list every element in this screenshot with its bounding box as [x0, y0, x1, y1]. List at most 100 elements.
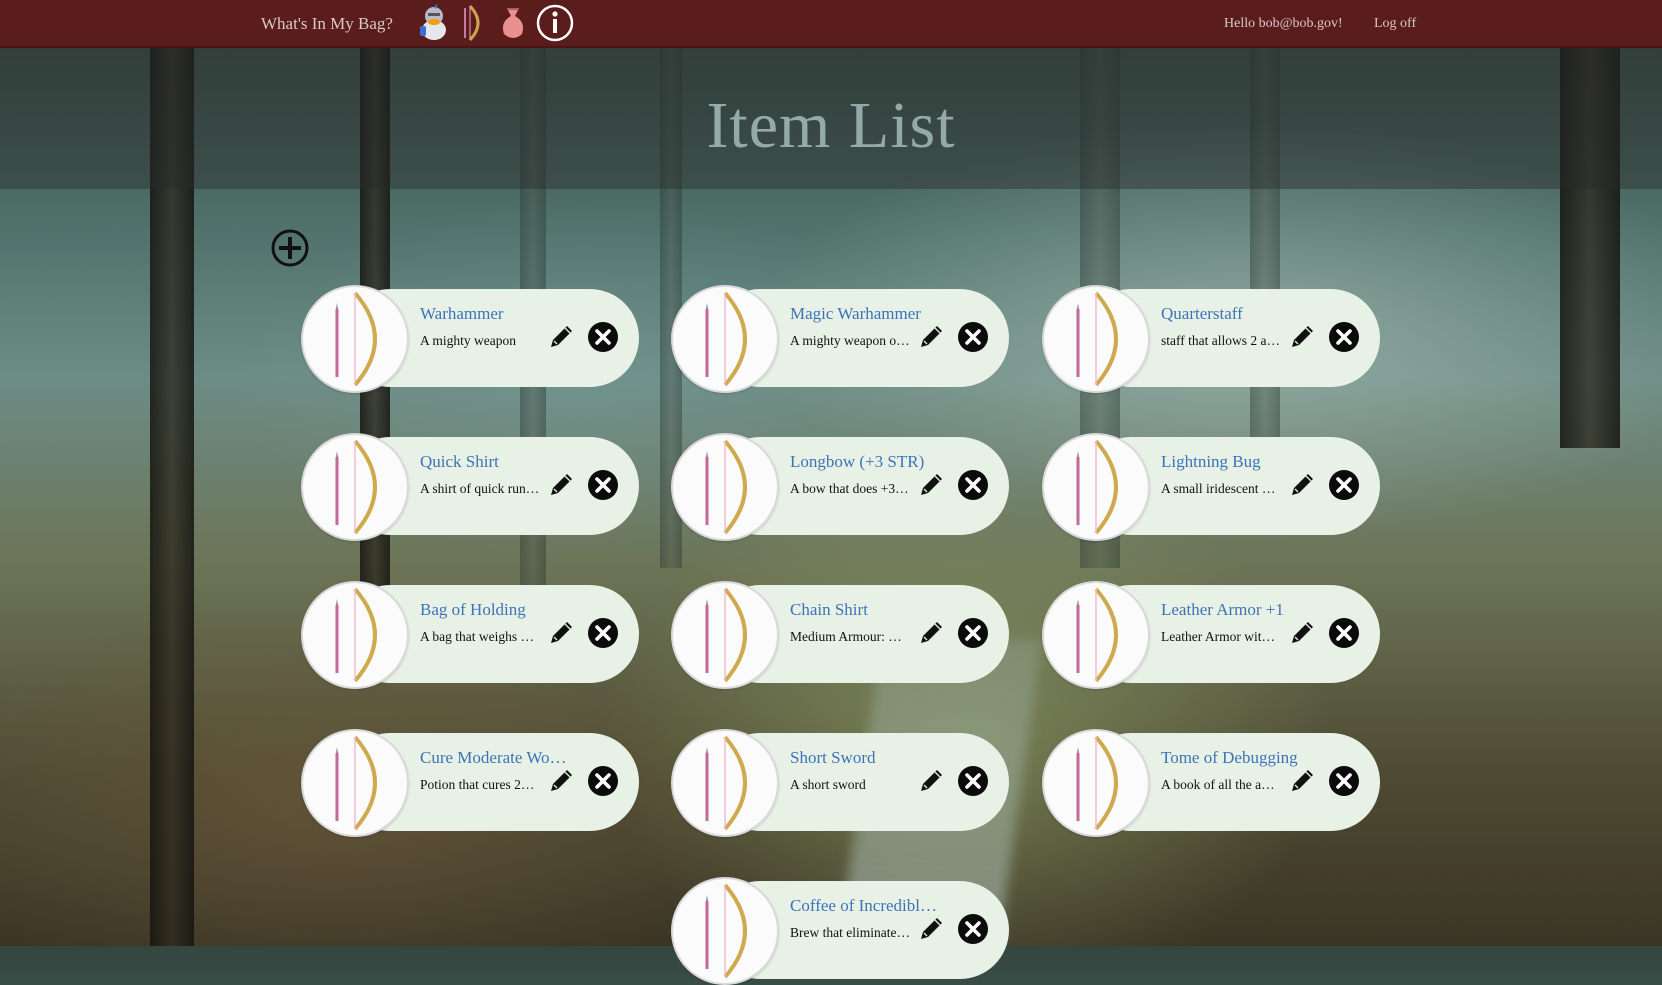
item-description: A bag that weighs …: [420, 629, 534, 644]
close-circle-icon: [1329, 470, 1359, 500]
item-description: A mighty weapon: [420, 333, 516, 348]
edit-item-button[interactable]: [917, 617, 947, 647]
edit-item-button[interactable]: [547, 617, 577, 647]
item-card[interactable]: Magic Warhammer A mighty weapon o…: [671, 285, 1009, 393]
logoff-link[interactable]: Log off: [1374, 16, 1416, 32]
edit-item-button[interactable]: [547, 469, 577, 499]
close-circle-icon: [958, 766, 988, 796]
edit-item-button[interactable]: [917, 469, 947, 499]
loot-bag-icon[interactable]: [498, 4, 528, 42]
hero-banner: Item List: [0, 48, 1662, 189]
bow-arrow-icon: [335, 291, 377, 387]
bow-arrow-icon: [705, 439, 747, 535]
delete-item-button[interactable]: [587, 765, 619, 797]
add-item-button[interactable]: [270, 228, 310, 268]
item-card[interactable]: Short Sword A short sword: [671, 729, 1009, 837]
delete-item-button[interactable]: [957, 321, 989, 353]
bow-arrow-icon[interactable]: [460, 4, 486, 42]
delete-item-button[interactable]: [957, 913, 989, 945]
pencil-icon: [551, 622, 572, 643]
item-image: [1042, 285, 1150, 393]
pencil-icon: [921, 770, 942, 791]
delete-item-button[interactable]: [957, 765, 989, 797]
item-image: [671, 729, 779, 837]
edit-item-button[interactable]: [917, 765, 947, 795]
pencil-icon: [1292, 770, 1313, 791]
close-circle-icon: [958, 470, 988, 500]
pencil-icon: [1292, 622, 1313, 643]
edit-item-button[interactable]: [917, 321, 947, 351]
close-circle-icon: [588, 322, 618, 352]
brand-link[interactable]: What's In My Bag?: [261, 14, 393, 34]
item-card[interactable]: Bag of Holding A bag that weighs …: [301, 581, 639, 689]
page-title: Item List: [706, 89, 956, 162]
item-image: [1042, 581, 1150, 689]
item-card[interactable]: Longbow (+3 STR) A bow that does +3…: [671, 433, 1009, 541]
pencil-icon: [1292, 326, 1313, 347]
item-card[interactable]: Quick Shirt A shirt of quick run…: [301, 433, 639, 541]
top-navbar: What's In My Bag? Hello bob@bob.gov! Log…: [0, 0, 1662, 48]
delete-item-button[interactable]: [587, 617, 619, 649]
plus-circle-icon: [271, 229, 309, 267]
item-card[interactable]: Tome of Debugging A book of all the a…: [1042, 729, 1380, 837]
user-greeting[interactable]: Hello bob@bob.gov!: [1224, 16, 1343, 32]
bow-arrow-icon: [335, 735, 377, 831]
edit-item-button[interactable]: [1288, 469, 1318, 499]
pencil-icon: [551, 326, 572, 347]
bow-arrow-icon: [705, 587, 747, 683]
item-image: [301, 729, 409, 837]
close-circle-icon: [1329, 618, 1359, 648]
bow-arrow-icon: [1076, 735, 1118, 831]
pencil-icon: [921, 326, 942, 347]
delete-item-button[interactable]: [587, 469, 619, 501]
delete-item-button[interactable]: [1328, 321, 1360, 353]
bow-arrow-icon: [705, 291, 747, 387]
item-description: A bow that does +3…: [790, 481, 909, 496]
item-card[interactable]: Chain Shirt Medium Armour: …: [671, 581, 1009, 689]
item-card[interactable]: Lightning Bug A small iridescent …: [1042, 433, 1380, 541]
delete-item-button[interactable]: [957, 469, 989, 501]
close-circle-icon: [588, 470, 618, 500]
pencil-icon: [1292, 474, 1313, 495]
delete-item-button[interactable]: [587, 321, 619, 353]
item-card[interactable]: Coffee of Incredibl… Brew that eliminate…: [671, 877, 1009, 985]
close-circle-icon: [1329, 766, 1359, 796]
item-image: [301, 581, 409, 689]
delete-item-button[interactable]: [1328, 765, 1360, 797]
pencil-icon: [921, 918, 942, 939]
knight-mascot-icon[interactable]: [416, 4, 452, 42]
item-image: [671, 877, 779, 985]
bow-arrow-icon: [1076, 291, 1118, 387]
delete-item-button[interactable]: [957, 617, 989, 649]
item-description: A short sword: [790, 777, 866, 792]
edit-item-button[interactable]: [1288, 617, 1318, 647]
item-card[interactable]: Quarterstaff staff that allows 2 a…: [1042, 285, 1380, 393]
edit-item-button[interactable]: [547, 765, 577, 795]
edit-item-button[interactable]: [1288, 321, 1318, 351]
delete-item-button[interactable]: [1328, 469, 1360, 501]
bow-arrow-icon: [335, 587, 377, 683]
close-circle-icon: [1329, 322, 1359, 352]
close-circle-icon: [588, 618, 618, 648]
pencil-icon: [921, 474, 942, 495]
close-circle-icon: [958, 914, 988, 944]
close-circle-icon: [958, 322, 988, 352]
bow-arrow-icon: [705, 883, 747, 979]
item-card[interactable]: Leather Armor +1 Leather Armor wit…: [1042, 581, 1380, 689]
pencil-icon: [551, 770, 572, 791]
item-description: Potion that cures 2…: [420, 777, 535, 792]
item-image: [301, 433, 409, 541]
bow-arrow-icon: [335, 439, 377, 535]
item-card[interactable]: Warhammer A mighty weapon: [301, 285, 639, 393]
edit-item-button[interactable]: [917, 913, 947, 943]
delete-item-button[interactable]: [1328, 617, 1360, 649]
info-icon[interactable]: [535, 4, 575, 42]
item-image: [1042, 729, 1150, 837]
item-card[interactable]: Cure Moderate Wo… Potion that cures 2…: [301, 729, 639, 837]
item-image: [671, 433, 779, 541]
edit-item-button[interactable]: [1288, 765, 1318, 795]
item-description: A shirt of quick run…: [420, 481, 540, 496]
pencil-icon: [551, 474, 572, 495]
edit-item-button[interactable]: [547, 321, 577, 351]
pencil-icon: [921, 622, 942, 643]
